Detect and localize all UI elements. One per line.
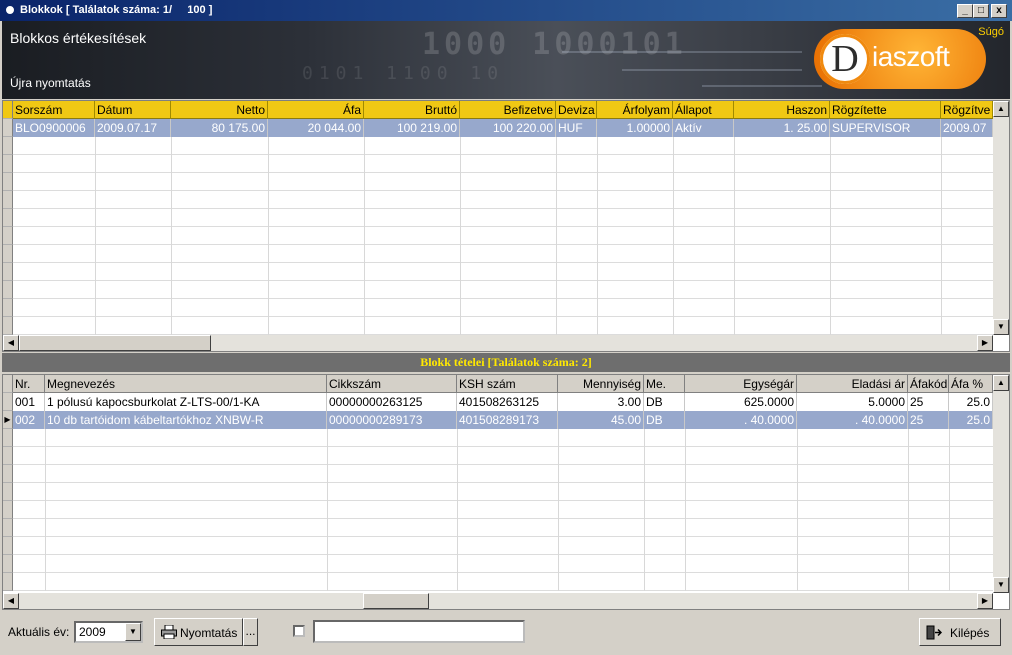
- empty-row: [13, 519, 993, 537]
- col-header[interactable]: Dátum: [95, 101, 171, 119]
- help-link[interactable]: Súgó: [978, 26, 1004, 38]
- banner-decoration: 1000 1000101: [422, 27, 687, 62]
- print-options-button[interactable]: ...: [243, 618, 258, 646]
- empty-row: [13, 501, 993, 519]
- printer-icon: [161, 625, 177, 639]
- empty-row: [13, 155, 993, 173]
- col-header[interactable]: Deviza: [556, 101, 597, 119]
- col-header[interactable]: Egységár: [685, 375, 797, 393]
- print-label: Nyomtatás: [180, 626, 238, 640]
- scroll-right-icon[interactable]: ▶: [977, 335, 993, 351]
- year-label: Aktuális év:: [8, 625, 70, 639]
- empty-row: [13, 537, 993, 555]
- empty-row: [13, 555, 993, 573]
- col-header[interactable]: Áfa: [268, 101, 364, 119]
- empty-row: [13, 299, 993, 317]
- col-header[interactable]: Netto: [171, 101, 268, 119]
- reprint-link[interactable]: Újra nyomtatás: [10, 76, 91, 90]
- items-grid: Nr. Megnevezés Cikkszám KSH szám Mennyis…: [2, 374, 1010, 610]
- col-header[interactable]: Áfakód: [908, 375, 949, 393]
- print-button[interactable]: Nyomtatás: [154, 618, 243, 646]
- horizontal-scrollbar[interactable]: ◀ ▶: [3, 335, 993, 351]
- col-header[interactable]: Eladási ár: [797, 375, 908, 393]
- empty-row: [13, 263, 993, 281]
- col-header[interactable]: Befizetve: [460, 101, 556, 119]
- col-header[interactable]: Áfa %: [949, 375, 993, 393]
- logo-letter: D: [820, 34, 870, 84]
- empty-row: [13, 227, 993, 245]
- scroll-left-icon[interactable]: ◀: [3, 335, 19, 351]
- col-header[interactable]: Megnevezés: [45, 375, 327, 393]
- col-header[interactable]: Haszon: [734, 101, 830, 119]
- col-header[interactable]: Me.: [644, 375, 685, 393]
- scroll-thumb[interactable]: [19, 335, 211, 351]
- empty-row: [13, 317, 993, 335]
- col-header[interactable]: Sorszám: [13, 101, 95, 119]
- scroll-thumb[interactable]: [363, 593, 429, 609]
- search-input[interactable]: [313, 620, 525, 643]
- filter-checkbox[interactable]: [293, 625, 305, 637]
- vertical-scrollbar[interactable]: ▲ ▼: [993, 101, 1009, 335]
- window-titlebar: Blokkok [ Találatok száma: 1/ 100 ] _ □ …: [0, 0, 1012, 21]
- banner-decoration-2: 0101 1100 10: [302, 63, 505, 84]
- scroll-down-icon[interactable]: ▼: [993, 319, 1009, 335]
- scroll-down-icon[interactable]: ▼: [993, 577, 1009, 593]
- empty-row: [13, 447, 993, 465]
- receipts-grid: Sorszám Dátum Netto Áfa Bruttó Befizetve…: [2, 100, 1010, 352]
- empty-row: [13, 281, 993, 299]
- col-header[interactable]: Nr.: [13, 375, 45, 393]
- col-header[interactable]: Mennyiség: [558, 375, 644, 393]
- year-value: 2009: [79, 625, 106, 639]
- empty-row: [13, 245, 993, 263]
- col-header[interactable]: Rögzítette: [830, 101, 941, 119]
- empty-row: [13, 173, 993, 191]
- col-header[interactable]: Árfolyam: [597, 101, 673, 119]
- row-pointer-icon: ▶: [3, 411, 13, 429]
- col-header[interactable]: Állapot: [673, 101, 734, 119]
- exit-label: Kilépés: [950, 626, 990, 640]
- vertical-scrollbar[interactable]: ▲ ▼: [993, 375, 1009, 593]
- scroll-up-icon[interactable]: ▲: [993, 101, 1009, 117]
- page-title: Blokkos értékesítések: [10, 30, 147, 46]
- minimize-button[interactable]: _: [957, 4, 973, 18]
- dropdown-arrow-icon[interactable]: ▼: [125, 623, 141, 641]
- maximize-button[interactable]: □: [973, 4, 989, 18]
- col-header[interactable]: KSH szám: [457, 375, 558, 393]
- empty-row: [13, 137, 993, 155]
- exit-door-icon: [926, 625, 942, 640]
- empty-row: [13, 429, 993, 447]
- window-title: Blokkok [ Találatok száma: 1/ 100 ]: [20, 4, 213, 16]
- col-header[interactable]: Bruttó: [364, 101, 460, 119]
- logo-text: iaszoft: [872, 41, 950, 72]
- header-banner: 1000 1000101 0101 1100 10 Blokkos értéke…: [2, 21, 1010, 99]
- empty-row: [13, 465, 993, 483]
- scroll-left-icon[interactable]: ◀: [3, 593, 19, 609]
- close-button[interactable]: x: [991, 4, 1007, 18]
- year-select[interactable]: 2009 ▼: [74, 621, 143, 643]
- col-header[interactable]: Cikkszám: [327, 375, 457, 393]
- window-app-icon: [4, 4, 16, 16]
- empty-row: [13, 573, 993, 591]
- empty-row: [13, 191, 993, 209]
- empty-row: [13, 483, 993, 501]
- items-section-title: Blokk tételei [Találatok száma: 2]: [2, 353, 1010, 372]
- empty-row: [13, 209, 993, 227]
- horizontal-scrollbar[interactable]: ◀ ▶: [3, 593, 993, 609]
- diaszoft-logo: D iaszoft: [814, 29, 986, 89]
- col-header[interactable]: Rögzítve: [941, 101, 993, 119]
- exit-button[interactable]: Kilépés: [919, 618, 1001, 646]
- scroll-up-icon[interactable]: ▲: [993, 375, 1009, 391]
- scroll-right-icon[interactable]: ▶: [977, 593, 993, 609]
